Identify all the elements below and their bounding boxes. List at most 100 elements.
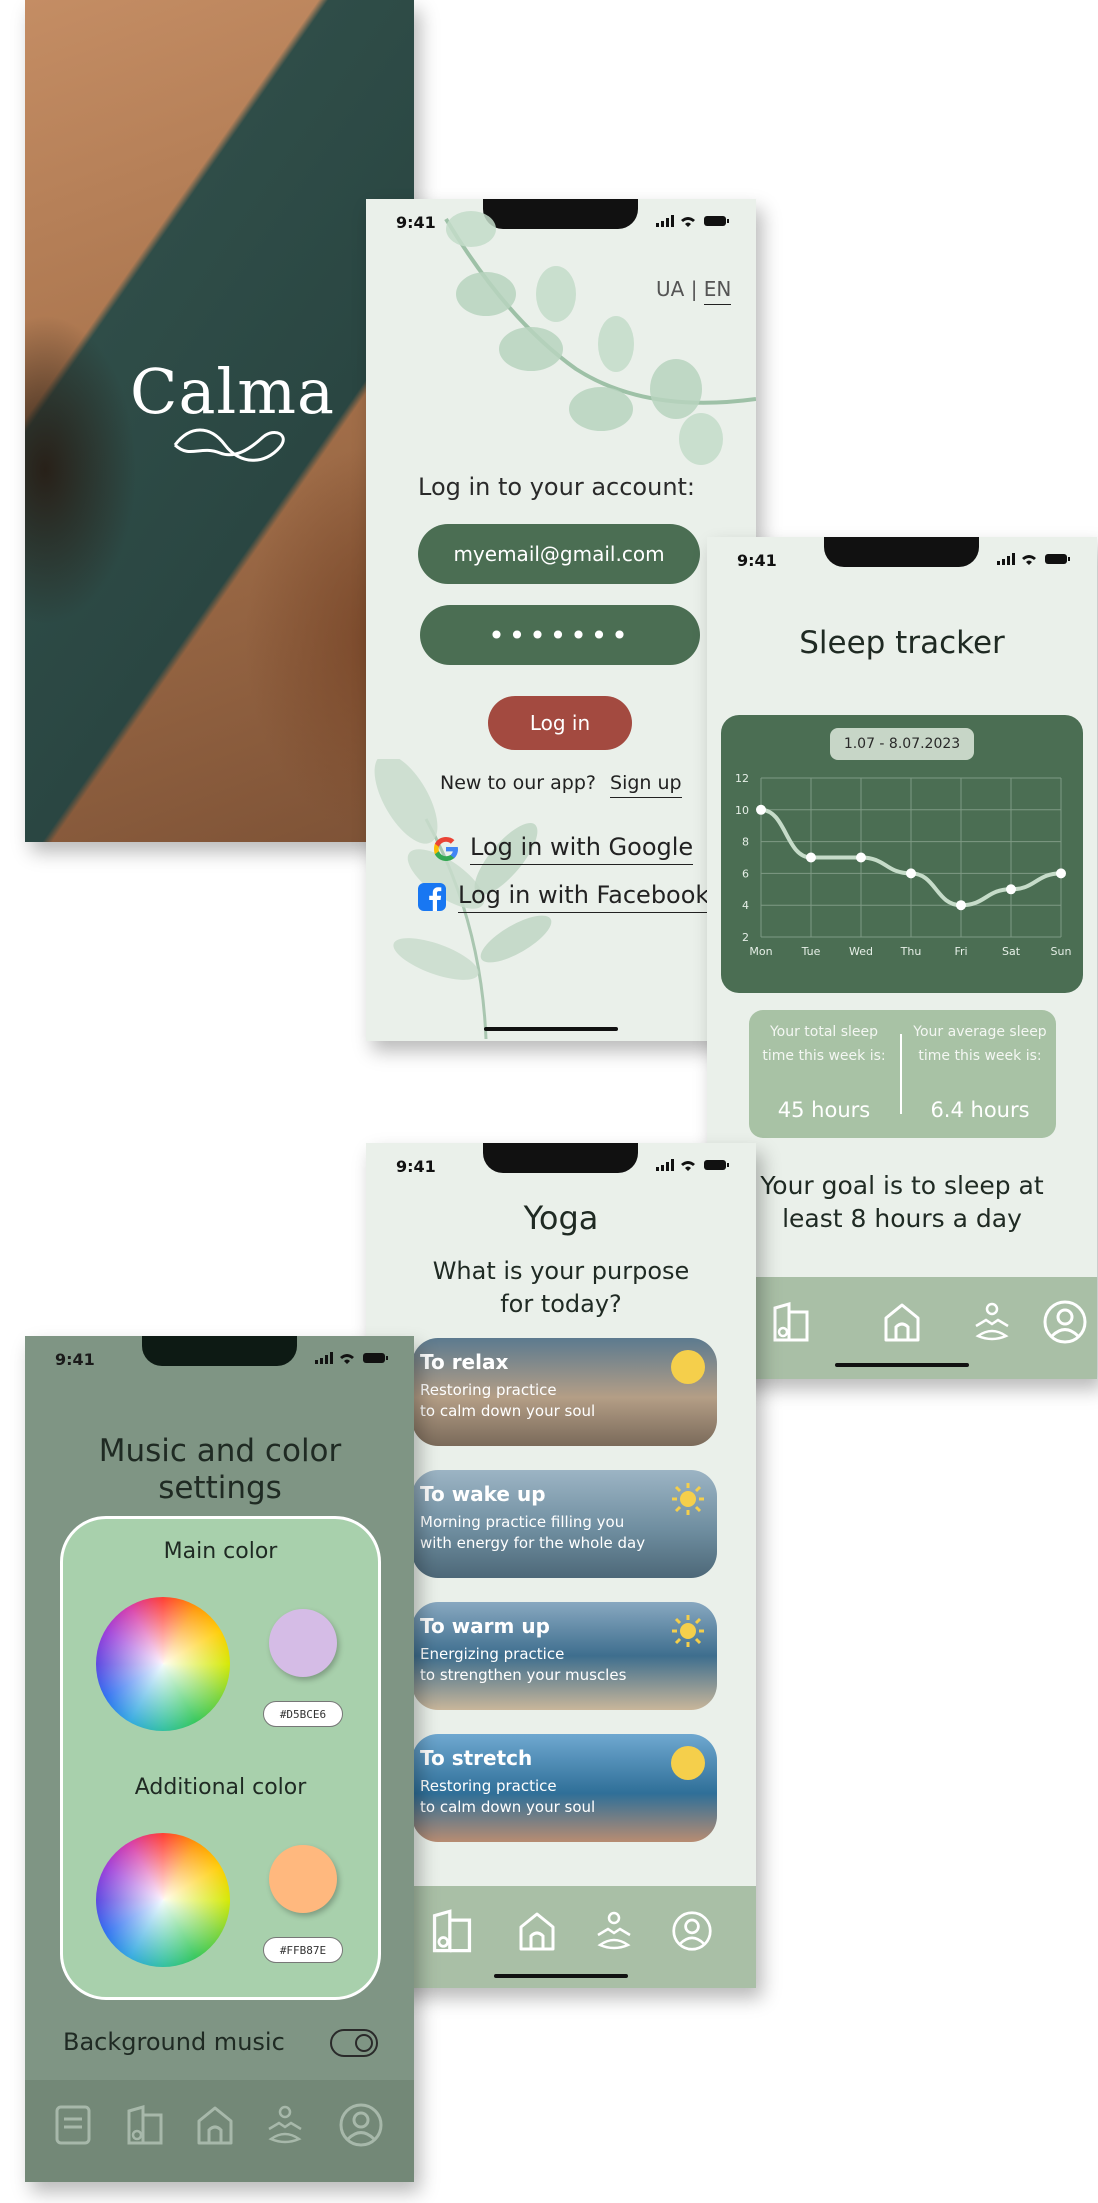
main-color-label: Main color bbox=[163, 1539, 278, 1564]
y-tick-label: 4 bbox=[742, 899, 749, 912]
average-sleep-label: Your average sleep time this week is: bbox=[913, 1024, 1047, 1064]
yoga-screen: 9:41 Yoga What is your purpose for today… bbox=[366, 1143, 756, 1988]
yoga-card-warm-up[interactable]: To warm up Energizing practice to strengt… bbox=[412, 1602, 717, 1710]
date-range-picker[interactable]: 1.07 - 8.07.2023 bbox=[830, 728, 974, 760]
tab-home[interactable] bbox=[872, 1277, 932, 1367]
facebook-login-button[interactable]: Log in with Facebook bbox=[418, 881, 710, 913]
tab-bar bbox=[366, 1886, 756, 1988]
additional-color-hex[interactable]: #FFB87E bbox=[263, 1937, 343, 1963]
tab-journal[interactable] bbox=[422, 1886, 482, 1976]
additional-color-label: Additional color bbox=[134, 1775, 307, 1800]
tab-journal[interactable] bbox=[761, 1277, 821, 1367]
card-subtitle: Restoring practice to calm down your soul bbox=[420, 1777, 596, 1816]
x-tick-label: Mon bbox=[749, 945, 772, 958]
card-subtitle: Energizing practice to strengthen your mu… bbox=[420, 1645, 627, 1684]
y-tick-label: 12 bbox=[735, 772, 749, 785]
tab-bar bbox=[707, 1277, 1097, 1379]
sleep-data-point bbox=[806, 852, 816, 863]
email-field[interactable]: myemail@gmail.com bbox=[418, 524, 700, 584]
total-sleep-label: Your total sleep time this week is: bbox=[762, 1024, 886, 1064]
y-tick-label: 10 bbox=[735, 804, 749, 817]
google-login-label: Log in with Google bbox=[470, 833, 694, 865]
card-title: To stretch bbox=[420, 1746, 533, 1770]
home-icon bbox=[519, 1912, 555, 1951]
tab-home[interactable] bbox=[507, 1886, 567, 1976]
meditation-icon bbox=[975, 1302, 1009, 1341]
home-icon bbox=[884, 1303, 920, 1342]
tab-meditation[interactable] bbox=[584, 1886, 644, 1976]
login-screen: 9:41 UA | EN Log in to your account: mye… bbox=[366, 199, 756, 1041]
home-indicator bbox=[494, 1974, 628, 1978]
card-title: To warm up bbox=[420, 1614, 550, 1638]
yoga-card-wake-up[interactable]: To wake up Morning practice filling you w… bbox=[412, 1470, 717, 1578]
main-color-swatch bbox=[269, 1609, 337, 1677]
language-switch: UA | EN bbox=[656, 277, 732, 305]
sleep-data-point bbox=[756, 804, 766, 815]
background-music-label: Background music bbox=[63, 2028, 285, 2056]
x-tick-label: Fri bbox=[954, 945, 967, 958]
notch bbox=[142, 1336, 297, 1366]
yoga-card-stretch[interactable]: To stretch Restoring practice to calm dow… bbox=[412, 1734, 717, 1842]
password-field[interactable]: ••••••• bbox=[420, 605, 700, 665]
x-tick-label: Sat bbox=[1002, 945, 1021, 958]
tab-notes[interactable] bbox=[43, 2080, 103, 2170]
x-tick-label: Sun bbox=[1051, 945, 1072, 958]
card-title: To wake up bbox=[420, 1482, 546, 1506]
average-sleep-value: 6.4 hours bbox=[930, 1098, 1030, 1122]
profile-icon bbox=[672, 1911, 712, 1951]
login-button[interactable]: Log in bbox=[488, 696, 632, 750]
main-color-hex[interactable]: #D5BCE6 bbox=[263, 1701, 343, 1727]
journal-icon bbox=[773, 1302, 809, 1342]
sleep-data-point bbox=[906, 868, 916, 879]
tab-profile[interactable] bbox=[331, 2080, 391, 2170]
y-tick-label: 6 bbox=[742, 867, 749, 880]
yoga-card-relax[interactable]: To relax Restoring practice to calm down … bbox=[412, 1338, 717, 1446]
stats-divider bbox=[900, 1034, 902, 1114]
status-time: 9:41 bbox=[737, 551, 777, 570]
sleep-line-chart: 2 4 6 8 10 12 Mon Tue Wed Thu Fri Sat Sun bbox=[735, 772, 1072, 958]
sleep-stats-card: Your total sleep time this week is: 45 h… bbox=[749, 1010, 1056, 1138]
card-subtitle: Morning practice filling you with energy … bbox=[420, 1513, 646, 1552]
google-login-button[interactable]: Log in with Google bbox=[432, 833, 694, 865]
facebook-login-label: Log in with Facebook bbox=[458, 881, 710, 913]
sun-icon bbox=[671, 1746, 705, 1780]
signup-link[interactable]: Sign up bbox=[610, 772, 682, 798]
page-title: Sleep tracker bbox=[799, 625, 1005, 661]
status-time: 9:41 bbox=[396, 1157, 436, 1176]
signup-row: New to our app? Sign up bbox=[440, 772, 682, 798]
new-user-prompt: New to our app? bbox=[440, 772, 596, 794]
x-tick-label: Wed bbox=[849, 945, 873, 958]
lang-ua[interactable]: UA bbox=[656, 277, 684, 301]
y-tick-label: 2 bbox=[742, 931, 749, 944]
tab-home[interactable] bbox=[185, 2080, 245, 2170]
tab-meditation[interactable] bbox=[255, 2080, 315, 2170]
facebook-icon bbox=[418, 883, 446, 911]
sleep-chart-card: 1.07 - 8.07.2023 2 4 6 8 10 12 Mon Tue Wed Thu Fri… bbox=[721, 715, 1083, 993]
tab-profile[interactable] bbox=[1035, 1277, 1095, 1367]
splash-screen: Calma bbox=[25, 0, 414, 842]
tab-meditation[interactable] bbox=[962, 1277, 1022, 1367]
page-title: Yoga bbox=[523, 1199, 599, 1237]
lang-en[interactable]: EN bbox=[703, 277, 732, 305]
total-sleep-value: 45 hours bbox=[777, 1098, 871, 1122]
home-indicator bbox=[835, 1363, 969, 1367]
y-tick-label: 8 bbox=[742, 836, 749, 849]
tab-profile[interactable] bbox=[662, 1886, 722, 1976]
sleep-tracker-screen: 9:41 Sleep tracker 1.07 - 8.07.2023 2 4 6 8… bbox=[707, 537, 1097, 1379]
status-icons bbox=[997, 553, 1070, 565]
x-tick-label: Tue bbox=[801, 945, 821, 958]
card-subtitle: Restoring practice to calm down your soul bbox=[420, 1381, 596, 1420]
tab-journal[interactable] bbox=[115, 2080, 175, 2170]
home-indicator bbox=[484, 1027, 618, 1031]
settings-screen: 9:41 Music and color settings Main color… bbox=[25, 1336, 414, 2182]
sleep-data-point bbox=[856, 852, 866, 863]
main-color-wheel[interactable] bbox=[96, 1597, 230, 1731]
additional-color-wheel[interactable] bbox=[96, 1833, 230, 1967]
google-icon bbox=[434, 837, 458, 861]
background-music-toggle[interactable] bbox=[330, 2029, 378, 2057]
x-tick-label: Thu bbox=[900, 945, 922, 958]
sleep-data-point bbox=[956, 900, 966, 911]
color-settings-panel: Main color #D5BCE6 Additional color #FFB… bbox=[60, 1516, 381, 2000]
status-time: 9:41 bbox=[55, 1350, 95, 1369]
page-title: Music and color settings bbox=[98, 1433, 342, 1506]
